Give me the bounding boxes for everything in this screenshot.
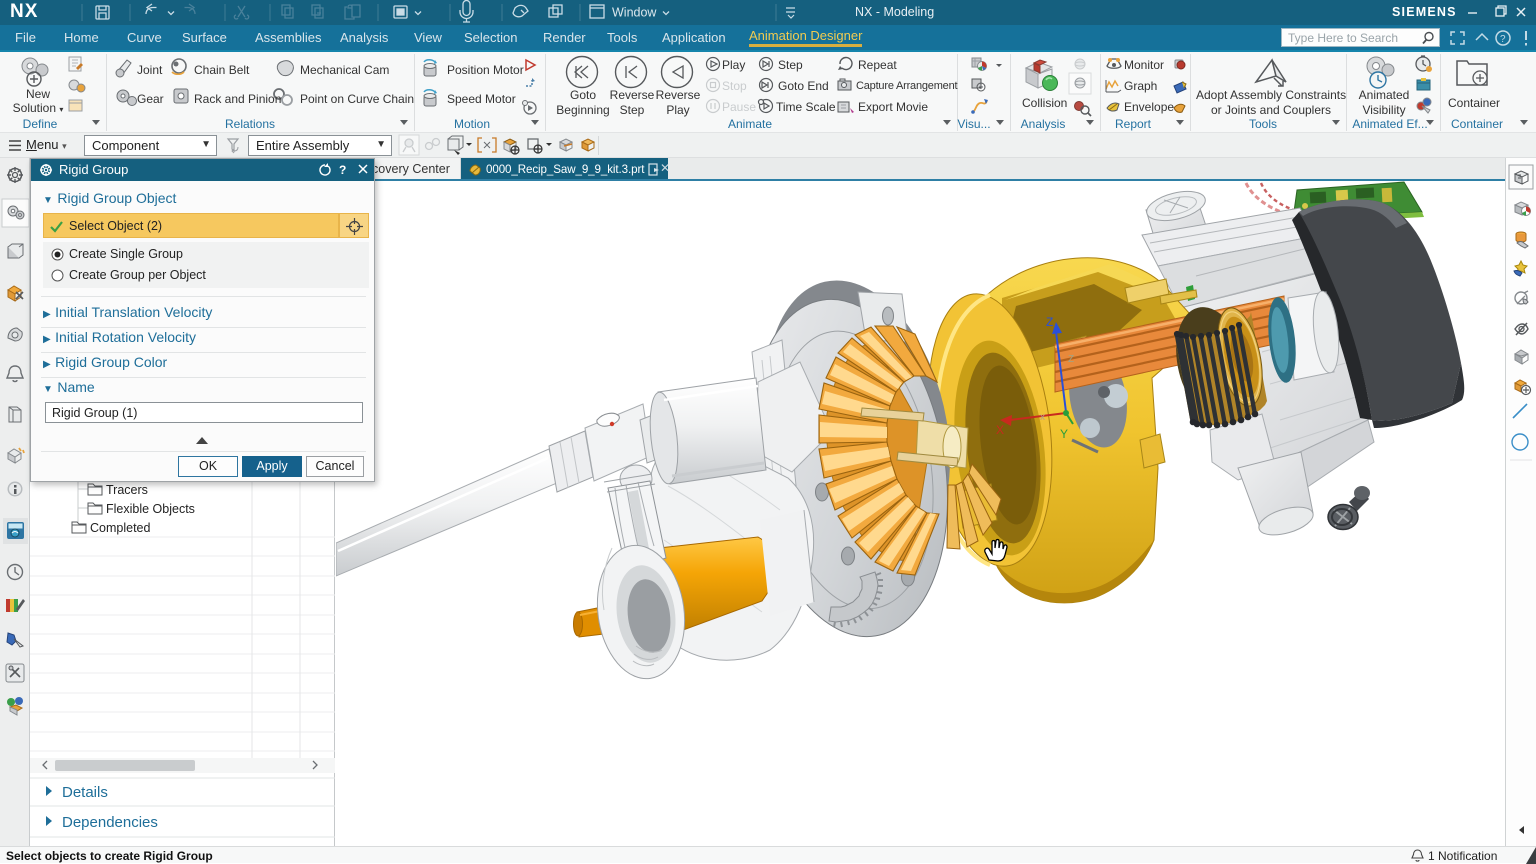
svg-text:X: X bbox=[996, 423, 1004, 437]
svg-text:Flexible Objects: Flexible Objects bbox=[106, 502, 195, 516]
svg-text:x: x bbox=[1040, 412, 1045, 423]
svg-text:Z: Z bbox=[1046, 315, 1053, 329]
svg-text:?: ? bbox=[1500, 34, 1506, 45]
svg-text:Details: Details bbox=[62, 784, 108, 801]
svg-text:Dependencies: Dependencies bbox=[62, 814, 158, 831]
svg-text:?: ? bbox=[339, 163, 346, 177]
svg-text:Tracers: Tracers bbox=[106, 483, 148, 497]
svg-text:Z: Z bbox=[1068, 354, 1074, 365]
svg-text:Completed: Completed bbox=[90, 521, 150, 535]
svg-text:Window: Window bbox=[612, 6, 657, 20]
svg-text:Y: Y bbox=[1060, 427, 1068, 441]
